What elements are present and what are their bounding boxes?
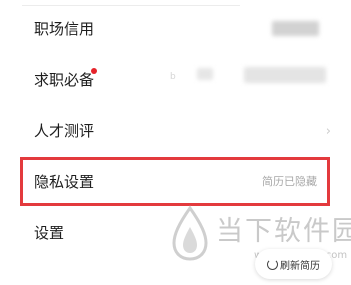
redacted-job-value-b [197, 68, 213, 80]
workplace-credit-label: 职场信用 [34, 20, 95, 38]
refresh-resume-label: 刷新简历 [280, 260, 320, 272]
watermark-logo-icon [172, 205, 208, 261]
job-essentials-fragment: b [170, 72, 176, 82]
privacy-highlight-box [20, 157, 330, 206]
chevron-right-icon: › [325, 124, 331, 139]
red-dot-icon [91, 68, 97, 74]
redacted-job-value-c [244, 67, 326, 83]
talent-assessment-label: 人才测评 [34, 122, 95, 140]
redacted-credit-value [272, 21, 319, 36]
settings-label: 设置 [34, 224, 65, 242]
job-essentials-label: 求职必备 [34, 71, 95, 89]
refresh-resume-button[interactable]: 刷新简历 [255, 249, 332, 279]
watermark-brand: 当下软件园 [216, 216, 351, 247]
top-divider [22, 5, 240, 6]
refresh-icon [267, 258, 278, 270]
